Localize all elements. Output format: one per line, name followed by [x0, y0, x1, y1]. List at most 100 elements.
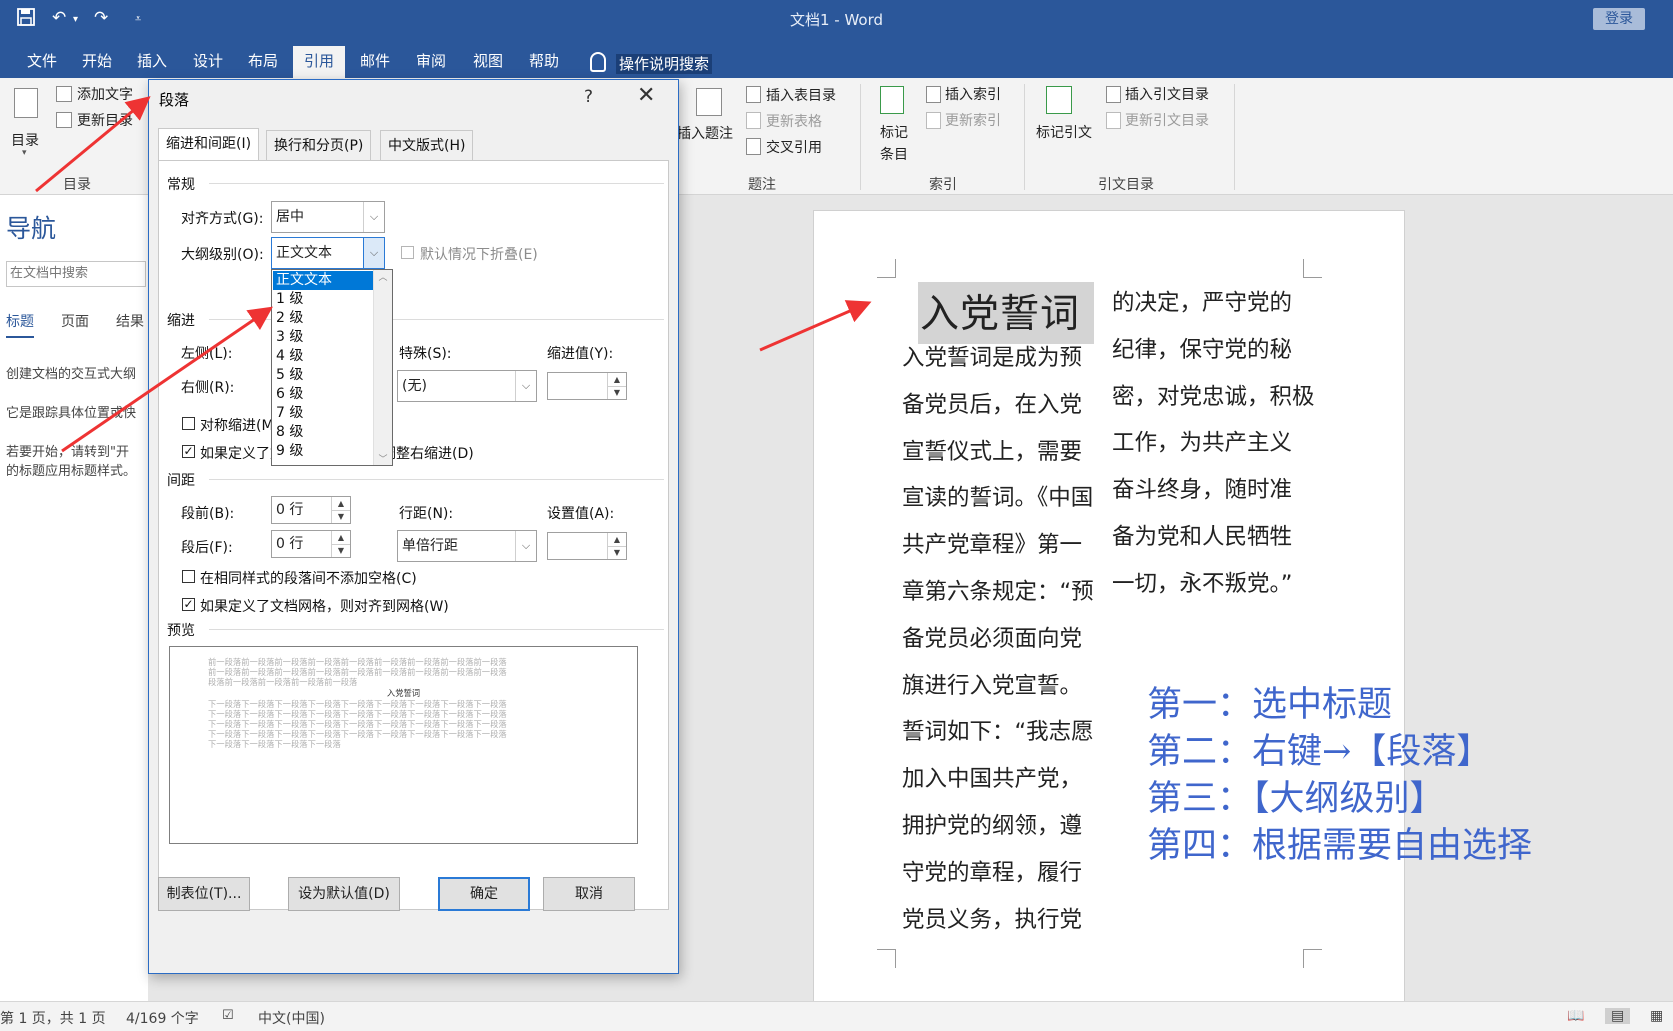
doc-line[interactable]: 的决定，严守党的: [1112, 280, 1315, 327]
tell-me-search[interactable]: 操作说明搜索: [590, 52, 713, 74]
help-button[interactable]: ?: [584, 87, 593, 107]
doc-line[interactable]: 备党员后，在入党: [902, 382, 1094, 429]
doc-line[interactable]: 守党的章程，履行: [902, 850, 1094, 897]
doc-line[interactable]: 加入中国共产党，: [902, 756, 1094, 803]
outline-option-body-text[interactable]: 正文文本: [273, 271, 374, 290]
alignment-select[interactable]: 居中 ⌵: [271, 201, 385, 233]
insert-caption-button[interactable]: 插入题注: [677, 123, 733, 143]
doc-line[interactable]: 备为党和人民牺牲: [1112, 514, 1315, 561]
update-table-button[interactable]: 更新表格: [766, 111, 822, 131]
scroll-down-icon[interactable]: ﹀: [374, 452, 392, 465]
outline-option-level-2[interactable]: 2 级: [273, 309, 374, 328]
auto-adjust-checkbox[interactable]: ✓: [182, 445, 195, 458]
tab-references[interactable]: 引用: [293, 46, 346, 78]
insert-index-button[interactable]: 插入索引: [945, 84, 1001, 104]
doc-line[interactable]: 誓词如下：“我志愿: [902, 709, 1094, 756]
doc-line[interactable]: 奋斗终身，随时准: [1112, 467, 1315, 514]
tab-insert[interactable]: 插入: [126, 46, 178, 78]
spin-down-icon[interactable]: ▼: [607, 386, 626, 399]
nav-tab-pages[interactable]: 页面: [61, 311, 89, 331]
doc-line[interactable]: 宣誓仪式上，需要: [902, 429, 1094, 476]
outline-option-level-5[interactable]: 5 级: [273, 366, 374, 385]
outline-level-select[interactable]: 正文文本 ⌵: [271, 237, 385, 269]
page-count[interactable]: 第 1 页，共 1 页: [0, 1008, 106, 1028]
set-default-button[interactable]: 设为默认值(D): [288, 877, 400, 911]
proofing-icon[interactable]: ☑: [222, 1008, 234, 1023]
chevron-down-icon[interactable]: ⌵: [515, 531, 536, 561]
space-after-input[interactable]: 0 行 ▲ ▼: [271, 530, 351, 558]
mark-entry-label-1[interactable]: 标记: [880, 122, 908, 142]
ok-button[interactable]: 确定: [438, 877, 530, 911]
doc-column-1[interactable]: 入党誓词是成为预 备党员后，在入党 宣誓仪式上，需要 宣读的誓词。《中国 共产党章程》第…: [902, 335, 1094, 943]
spin-up-icon[interactable]: ▲: [331, 531, 350, 545]
doc-line[interactable]: 旗进行入党宣誓。: [902, 663, 1094, 710]
tabs-button[interactable]: 制表位(T)...: [158, 877, 250, 911]
tab-layout[interactable]: 布局: [237, 46, 289, 78]
close-icon[interactable]: ✕: [637, 83, 655, 108]
spin-up-icon[interactable]: ▲: [607, 373, 626, 387]
print-layout-icon[interactable]: ▤: [1605, 1008, 1631, 1024]
line-spacing-select[interactable]: 单倍行距 ⌵: [397, 530, 537, 562]
at-input[interactable]: ▲ ▼: [547, 532, 627, 560]
toc-dropdown-icon[interactable]: ▾: [22, 148, 27, 158]
doc-line[interactable]: 拥护党的纲领，遵: [902, 803, 1094, 850]
word-count[interactable]: 4/169 个字: [126, 1008, 199, 1028]
outline-option-level-9[interactable]: 9 级: [273, 442, 374, 461]
mark-citation-button[interactable]: 标记引文: [1036, 122, 1092, 142]
outline-option-level-6[interactable]: 6 级: [273, 385, 374, 404]
tab-help[interactable]: 帮助: [518, 46, 570, 78]
tab-asian-typography[interactable]: 中文版式(H): [380, 130, 474, 161]
doc-line[interactable]: 一切，永不叛党。”: [1112, 561, 1315, 608]
tab-mailings[interactable]: 邮件: [349, 46, 401, 78]
doc-line[interactable]: 共产党章程》第一: [902, 522, 1094, 569]
doc-line[interactable]: 密，对党忠诚，积极: [1112, 374, 1315, 421]
no-space-checkbox[interactable]: [182, 570, 195, 583]
snap-grid-checkbox[interactable]: ✓: [182, 598, 195, 611]
tab-indents-spacing[interactable]: 缩进和间距(I): [158, 128, 260, 162]
insert-table-of-figures-button[interactable]: 插入表目录: [766, 85, 836, 105]
cancel-button[interactable]: 取消: [543, 877, 635, 911]
doc-line[interactable]: 纪律，保守党的秘: [1112, 327, 1315, 374]
tab-file[interactable]: 文件: [16, 46, 68, 78]
spin-down-icon[interactable]: ▼: [331, 544, 350, 557]
tab-design[interactable]: 设计: [182, 46, 234, 78]
doc-line[interactable]: 备党员必须面向党: [902, 616, 1094, 663]
nav-tab-headings[interactable]: 标题: [6, 311, 34, 338]
doc-heading[interactable]: 入党誓词: [920, 283, 1080, 339]
login-button[interactable]: 登录: [1593, 8, 1645, 30]
nav-tab-results[interactable]: 结果: [116, 311, 144, 331]
cross-reference-button[interactable]: 交叉引用: [766, 137, 822, 157]
doc-line[interactable]: 工作，为共产主义: [1112, 420, 1315, 467]
doc-line[interactable]: 章第六条规定：“预: [902, 569, 1094, 616]
outline-option-level-4[interactable]: 4 级: [273, 347, 374, 366]
nav-search-input[interactable]: 在文档中搜索: [6, 261, 146, 287]
tab-line-page-breaks[interactable]: 换行和分页(P): [266, 130, 372, 161]
toc-button[interactable]: 目录: [11, 130, 39, 150]
outline-option-level-7[interactable]: 7 级: [273, 404, 374, 423]
chevron-down-icon[interactable]: ⌵: [363, 202, 384, 232]
chevron-down-icon[interactable]: ⌵: [515, 371, 536, 401]
dropdown-scrollbar[interactable]: ︿ ﹀: [373, 270, 392, 465]
doc-line[interactable]: 宣读的誓词。《中国: [902, 475, 1094, 522]
doc-line[interactable]: 党员义务，执行党: [902, 897, 1094, 944]
tab-view[interactable]: 视图: [462, 46, 514, 78]
tab-review[interactable]: 审阅: [405, 46, 457, 78]
tab-home[interactable]: 开始: [71, 46, 123, 78]
collapse-checkbox[interactable]: [401, 246, 414, 259]
outline-option-level-3[interactable]: 3 级: [273, 328, 374, 347]
indent-by-input[interactable]: ▲ ▼: [547, 372, 627, 400]
chevron-down-icon[interactable]: ⌵: [363, 238, 384, 268]
mirror-indents-checkbox[interactable]: [182, 417, 195, 430]
outline-option-level-8[interactable]: 8 级: [273, 423, 374, 442]
spin-up-icon[interactable]: ▲: [607, 533, 626, 547]
spin-up-icon[interactable]: ▲: [331, 497, 350, 511]
spin-down-icon[interactable]: ▼: [607, 546, 626, 559]
add-text-button[interactable]: 添加文字: [77, 84, 133, 104]
scroll-up-icon[interactable]: ︿: [374, 270, 392, 283]
special-select[interactable]: (无) ⌵: [397, 370, 537, 402]
update-index-button[interactable]: 更新索引: [945, 110, 1001, 130]
language-indicator[interactable]: 中文(中国): [258, 1008, 325, 1028]
space-before-input[interactable]: 0 行 ▲ ▼: [271, 496, 351, 524]
mark-entry-label-2[interactable]: 条目: [880, 144, 908, 164]
update-toc-button[interactable]: 更新目录: [77, 110, 133, 130]
